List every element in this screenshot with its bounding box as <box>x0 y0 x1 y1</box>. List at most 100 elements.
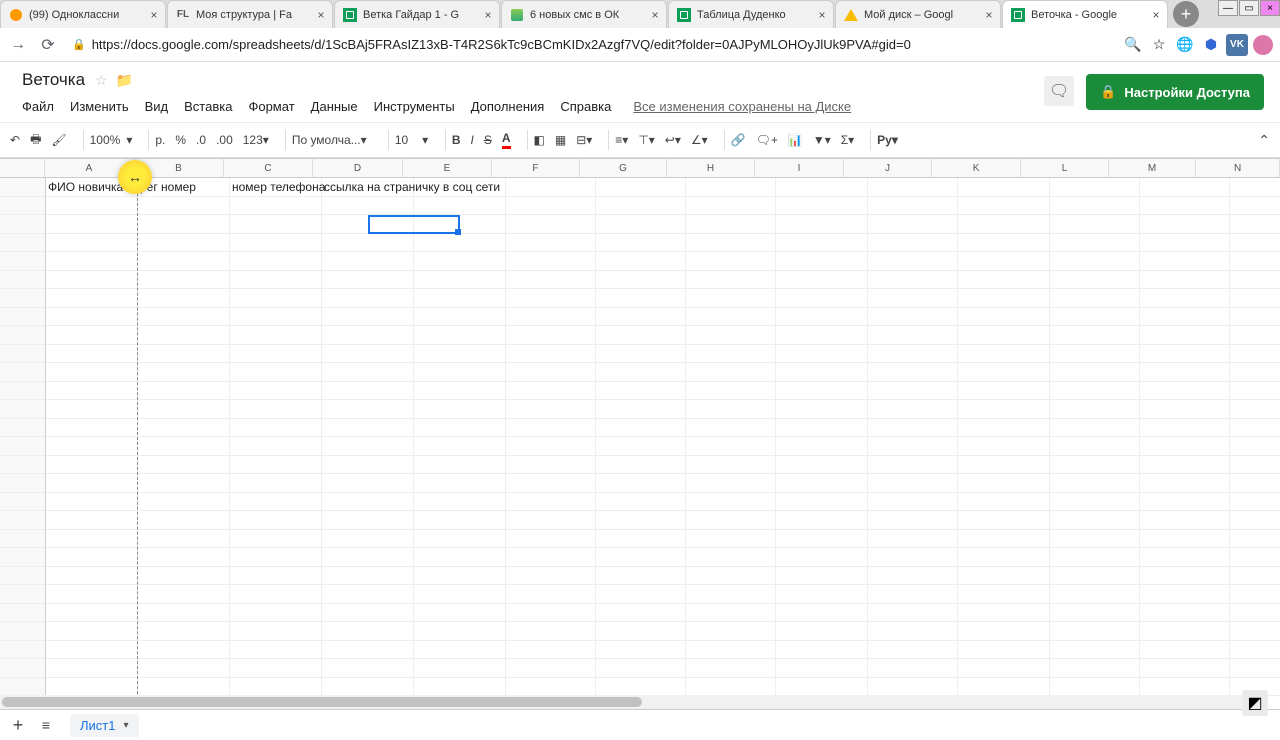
cell[interactable] <box>414 308 506 327</box>
cell[interactable] <box>868 252 958 271</box>
cell[interactable] <box>776 567 868 586</box>
cell[interactable] <box>138 419 230 438</box>
zoom-select[interactable]: 100% ▾ <box>90 133 133 147</box>
horizontal-scrollbar[interactable]: ◄ ► <box>0 695 1266 709</box>
decimal-decrease-button[interactable]: .0 <box>196 133 206 147</box>
cell[interactable] <box>776 678 868 697</box>
cell[interactable] <box>958 604 1050 623</box>
cell[interactable] <box>414 530 506 549</box>
cell[interactable] <box>958 585 1050 604</box>
cell[interactable] <box>46 289 138 308</box>
cell[interactable] <box>596 197 686 216</box>
cell[interactable] <box>1230 530 1280 549</box>
close-icon[interactable]: × <box>648 8 662 22</box>
cell[interactable] <box>138 456 230 475</box>
cell[interactable] <box>686 178 776 197</box>
browser-tab[interactable]: Ветка Гайдар 1 - G× <box>334 0 500 28</box>
cell[interactable] <box>322 308 414 327</box>
cell[interactable] <box>1230 308 1280 327</box>
cell[interactable] <box>596 345 686 364</box>
cell[interactable] <box>138 622 230 641</box>
cell[interactable] <box>1140 326 1230 345</box>
comment-button[interactable]: 🗨+ <box>756 133 778 147</box>
cell[interactable] <box>686 252 776 271</box>
select-all-corner[interactable] <box>0 159 45 177</box>
cell[interactable] <box>686 567 776 586</box>
spreadsheet-grid[interactable]: ABCDEFGHIJKLMN ФИО новичкарег номерномер… <box>0 158 1280 710</box>
cell[interactable] <box>46 678 138 697</box>
cell[interactable] <box>414 345 506 364</box>
cell[interactable] <box>138 604 230 623</box>
cell[interactable] <box>776 437 868 456</box>
browser-tab[interactable]: Мой диск – Googl× <box>835 0 1001 28</box>
cell[interactable] <box>868 215 958 234</box>
cell[interactable] <box>1050 178 1140 197</box>
column-header[interactable]: J <box>844 159 932 177</box>
row-header[interactable] <box>0 659 46 678</box>
cell[interactable] <box>506 659 596 678</box>
column-header[interactable]: C <box>224 159 313 177</box>
cell[interactable] <box>596 400 686 419</box>
cell[interactable] <box>414 567 506 586</box>
cell[interactable] <box>1140 567 1230 586</box>
cell[interactable] <box>230 437 322 456</box>
cell[interactable] <box>1050 604 1140 623</box>
cell[interactable] <box>414 326 506 345</box>
menu-addons[interactable]: Дополнения <box>471 99 545 114</box>
cell[interactable] <box>868 622 958 641</box>
cell[interactable] <box>322 511 414 530</box>
explore-button[interactable]: ◩ <box>1242 690 1268 716</box>
cell[interactable] <box>414 456 506 475</box>
cell[interactable] <box>1140 308 1230 327</box>
cell[interactable] <box>596 493 686 512</box>
cell[interactable] <box>958 197 1050 216</box>
browser-tab[interactable]: (99) Одноклассни× <box>0 0 166 28</box>
decimal-increase-button[interactable]: .00 <box>216 133 233 147</box>
cell[interactable] <box>414 289 506 308</box>
cell[interactable] <box>868 474 958 493</box>
cell[interactable] <box>46 622 138 641</box>
menu-help[interactable]: Справка <box>560 99 611 114</box>
cell[interactable] <box>138 382 230 401</box>
cell[interactable] <box>322 641 414 660</box>
cell[interactable] <box>230 215 322 234</box>
cell[interactable] <box>506 289 596 308</box>
cell[interactable] <box>868 530 958 549</box>
cell[interactable] <box>138 585 230 604</box>
cell[interactable] <box>230 197 322 216</box>
cell[interactable] <box>958 234 1050 253</box>
cell[interactable] <box>322 345 414 364</box>
cell[interactable] <box>414 382 506 401</box>
cell[interactable] <box>1140 345 1230 364</box>
cell[interactable] <box>230 456 322 475</box>
cell[interactable] <box>686 622 776 641</box>
cell[interactable] <box>868 326 958 345</box>
row-header[interactable] <box>0 585 46 604</box>
cell[interactable] <box>958 493 1050 512</box>
cell[interactable] <box>1230 511 1280 530</box>
cell[interactable] <box>506 326 596 345</box>
browser-tab[interactable]: 6 новых смс в ОК× <box>501 0 667 28</box>
cell[interactable] <box>322 678 414 697</box>
add-sheet-button[interactable]: + <box>6 713 30 737</box>
cell[interactable] <box>230 641 322 660</box>
cell[interactable] <box>414 271 506 290</box>
cell[interactable] <box>230 493 322 512</box>
cell[interactable] <box>414 493 506 512</box>
cell[interactable] <box>596 474 686 493</box>
valign-button[interactable]: ⊤▾ <box>638 133 654 147</box>
cell[interactable] <box>686 419 776 438</box>
cell[interactable] <box>776 363 868 382</box>
font-select[interactable]: По умолча... ▾ <box>292 133 372 147</box>
cell[interactable] <box>46 641 138 660</box>
cell[interactable] <box>230 289 322 308</box>
cell[interactable] <box>686 289 776 308</box>
saved-status[interactable]: Все изменения сохранены на Диске <box>633 99 851 114</box>
cell[interactable] <box>46 382 138 401</box>
column-header[interactable]: L <box>1021 159 1109 177</box>
cell[interactable] <box>230 363 322 382</box>
cell[interactable] <box>46 493 138 512</box>
cell[interactable] <box>1140 493 1230 512</box>
cell[interactable] <box>414 548 506 567</box>
browser-tab-active[interactable]: Веточка - Google× <box>1002 0 1168 28</box>
